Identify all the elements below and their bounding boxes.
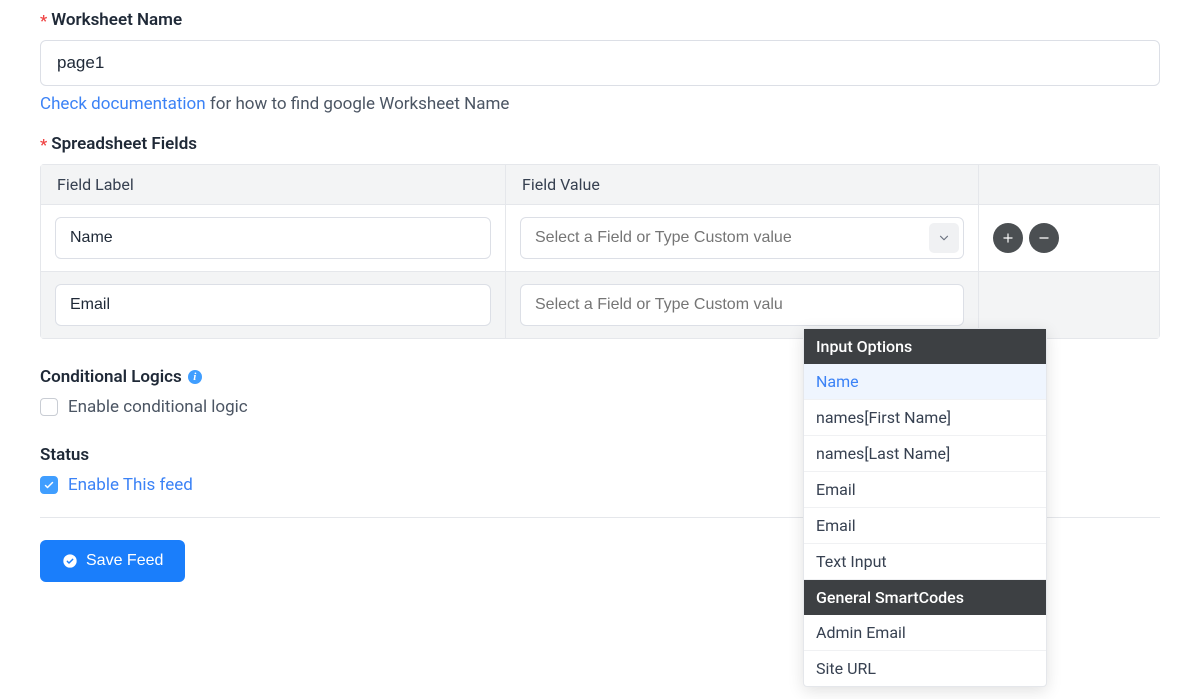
info-icon[interactable]: i — [188, 370, 202, 384]
minus-icon — [1037, 231, 1051, 245]
dropdown-item-name[interactable]: Name — [804, 364, 1046, 400]
header-field-label: Field Label — [41, 165, 506, 204]
dropdown-item[interactable]: Text Input — [804, 544, 1046, 580]
save-feed-button[interactable]: Save Feed — [40, 540, 185, 582]
remove-row-button[interactable] — [1029, 223, 1059, 253]
dropdown-group-header: General SmartCodes — [804, 580, 1046, 615]
dropdown-item[interactable]: Admin Email — [804, 615, 1046, 651]
field-value-dropdown: Input Options Name names[First Name] nam… — [803, 328, 1047, 687]
chevron-down-icon — [937, 231, 951, 245]
dropdown-item[interactable]: names[Last Name] — [804, 436, 1046, 472]
dropdown-item[interactable]: Email — [804, 472, 1046, 508]
enable-feed-checkbox[interactable] — [40, 476, 58, 494]
dropdown-item[interactable]: names[First Name] — [804, 400, 1046, 436]
worksheet-help-text: Check documentation for how to find goog… — [40, 94, 1160, 114]
field-label-input[interactable] — [55, 217, 491, 259]
worksheet-name-label: * Worksheet Name — [40, 10, 1160, 30]
dropdown-item[interactable]: Email — [804, 508, 1046, 544]
header-actions — [979, 165, 1159, 204]
spreadsheet-fields-label: * Spreadsheet Fields — [40, 134, 1160, 154]
table-row: Input Options Name names[First Name] nam… — [41, 272, 1159, 338]
enable-feed-label[interactable]: Enable This feed — [68, 475, 193, 495]
check-icon — [43, 479, 55, 491]
add-row-button[interactable] — [993, 223, 1023, 253]
required-asterisk-icon: * — [40, 135, 47, 154]
spreadsheet-fields-table: Field Label Field Value — [40, 164, 1160, 339]
worksheet-name-text: Worksheet Name — [51, 10, 182, 30]
table-header: Field Label Field Value — [41, 165, 1159, 205]
enable-conditional-checkbox[interactable] — [40, 398, 58, 416]
field-value-select[interactable] — [520, 217, 964, 259]
worksheet-name-input[interactable] — [40, 40, 1160, 86]
dropdown-item[interactable]: Site URL — [804, 651, 1046, 686]
save-feed-label: Save Feed — [86, 552, 163, 570]
dropdown-group-header: Input Options — [804, 329, 1046, 364]
header-field-value: Field Value — [506, 165, 979, 204]
enable-conditional-label: Enable conditional logic — [68, 397, 248, 417]
field-label-input[interactable] — [55, 284, 491, 326]
required-asterisk-icon: * — [40, 11, 47, 30]
field-value-select[interactable] — [520, 284, 964, 326]
check-documentation-link[interactable]: Check documentation — [40, 94, 206, 114]
table-row — [41, 205, 1159, 272]
spreadsheet-fields-text: Spreadsheet Fields — [51, 134, 197, 154]
dropdown-toggle-button[interactable] — [929, 223, 959, 253]
conditional-logics-text: Conditional Logics — [40, 367, 182, 387]
worksheet-help-suffix: for how to find google Worksheet Name — [206, 94, 510, 114]
plus-icon — [1001, 231, 1015, 245]
check-circle-icon — [62, 553, 78, 569]
